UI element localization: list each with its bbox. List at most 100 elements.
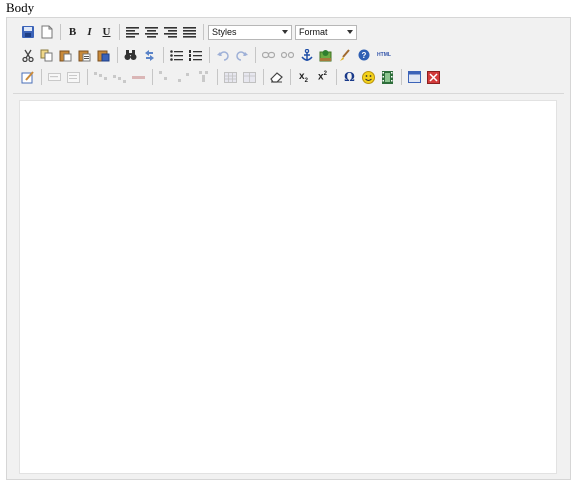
table-properties-icon	[243, 71, 256, 83]
insert-row-button[interactable]	[92, 69, 109, 86]
paste-text-icon	[78, 50, 91, 61]
maximize-icon	[408, 71, 421, 83]
toolbar-separator	[290, 69, 291, 85]
textarea-icon	[67, 71, 80, 83]
merge-cells-button[interactable]	[157, 69, 174, 86]
flash-button[interactable]	[336, 47, 353, 64]
toolbar-separator	[41, 69, 42, 85]
styles-dropdown-value: Styles	[212, 27, 237, 37]
table-properties-button[interactable]	[241, 69, 258, 86]
body-field-label: Body	[6, 0, 35, 15]
superscript-label: x2	[318, 71, 327, 82]
justify-button[interactable]	[181, 24, 198, 41]
align-right-button[interactable]	[162, 24, 179, 41]
toolbar-separator	[117, 47, 118, 63]
bulleted-list-button[interactable]	[168, 47, 185, 64]
delete-cells-button[interactable]	[130, 69, 147, 86]
binoculars-icon	[124, 50, 137, 60]
format-dropdown[interactable]: Format	[295, 24, 357, 40]
superscript-small-text: 2	[323, 71, 327, 78]
toolbar-separator	[255, 47, 256, 63]
smiley-button[interactable]	[360, 69, 377, 86]
editor-content-area[interactable]	[19, 100, 557, 474]
toolbar-separator	[263, 69, 264, 85]
replace-button[interactable]	[141, 47, 158, 64]
link-button[interactable]	[260, 47, 277, 64]
image-button[interactable]	[317, 47, 334, 64]
link-icon	[262, 51, 275, 59]
textfield-button[interactable]	[46, 69, 63, 86]
undo-icon	[216, 50, 229, 61]
chevron-down-icon	[282, 30, 288, 34]
textfield-icon	[48, 73, 61, 81]
unlink-button[interactable]	[279, 47, 296, 64]
table-button[interactable]	[222, 69, 239, 86]
new-page-button[interactable]	[38, 24, 55, 41]
source-button[interactable]: HTML	[374, 47, 394, 64]
superscript-button[interactable]: x2	[314, 69, 331, 86]
find-button[interactable]	[122, 47, 139, 64]
split-vertical-icon	[199, 71, 208, 82]
textarea-button[interactable]	[65, 69, 82, 86]
image-icon	[319, 49, 332, 61]
paste-word-icon	[97, 50, 110, 61]
paste-word-button[interactable]	[95, 47, 112, 64]
remove-format-button[interactable]	[268, 69, 285, 86]
eraser-icon	[270, 71, 283, 83]
cut-button[interactable]	[19, 47, 36, 64]
table-column-icon	[113, 74, 126, 83]
toolbar-separator	[163, 47, 164, 63]
split-horizontal-button[interactable]	[176, 69, 193, 86]
toolbar-separator	[336, 69, 337, 85]
delete-cells-icon	[132, 75, 145, 79]
redo-button[interactable]	[233, 47, 250, 64]
undo-button[interactable]	[214, 47, 231, 64]
pdf-icon	[427, 70, 440, 84]
form-edit-icon	[21, 70, 34, 83]
pdf-button[interactable]	[425, 69, 442, 86]
paste-text-button[interactable]	[76, 47, 93, 64]
special-char-label: Ω	[344, 70, 355, 84]
help-button[interactable]: ?	[355, 47, 372, 64]
split-vertical-button[interactable]	[195, 69, 212, 86]
anchor-button[interactable]	[298, 47, 315, 64]
scissors-icon	[21, 49, 34, 62]
insert-column-button[interactable]	[111, 69, 128, 86]
toolbar-separator	[217, 69, 218, 85]
special-char-button[interactable]: Ω	[341, 69, 358, 86]
chevron-down-icon	[347, 30, 353, 34]
copy-button[interactable]	[38, 47, 55, 64]
align-center-button[interactable]	[143, 24, 160, 41]
align-left-icon	[126, 26, 139, 38]
align-center-icon	[145, 26, 158, 38]
svg-text:?: ?	[361, 51, 366, 60]
toolbar-separator	[87, 69, 88, 85]
underline-button[interactable]: U	[99, 24, 114, 41]
save-button[interactable]	[19, 24, 36, 41]
film-button[interactable]	[379, 69, 396, 86]
copy-icon	[40, 49, 53, 61]
subscript-button[interactable]: x2	[295, 69, 312, 86]
numbered-list-icon	[189, 49, 202, 61]
numbered-list-button[interactable]	[187, 47, 204, 64]
form-button[interactable]	[19, 69, 36, 86]
styles-dropdown[interactable]: Styles	[208, 24, 292, 40]
smiley-icon	[362, 70, 375, 84]
unlink-icon	[281, 51, 294, 59]
align-left-button[interactable]	[124, 24, 141, 41]
maximize-button[interactable]	[406, 69, 423, 86]
bold-button[interactable]: B	[65, 24, 80, 41]
paste-button[interactable]	[57, 47, 74, 64]
toolbar-separator	[209, 47, 210, 63]
clipboard-icon	[59, 50, 72, 61]
toolbar-separator	[203, 24, 204, 40]
film-icon	[382, 70, 393, 84]
toolbar-separator	[119, 24, 120, 40]
table-row-icon	[94, 71, 107, 80]
toolbar-separator	[401, 69, 402, 85]
italic-button[interactable]: I	[82, 24, 97, 41]
help-icon: ?	[358, 49, 369, 61]
subscript-small-text: 2	[304, 77, 308, 84]
anchor-icon	[300, 48, 313, 61]
split-horizontal-icon	[178, 73, 189, 82]
